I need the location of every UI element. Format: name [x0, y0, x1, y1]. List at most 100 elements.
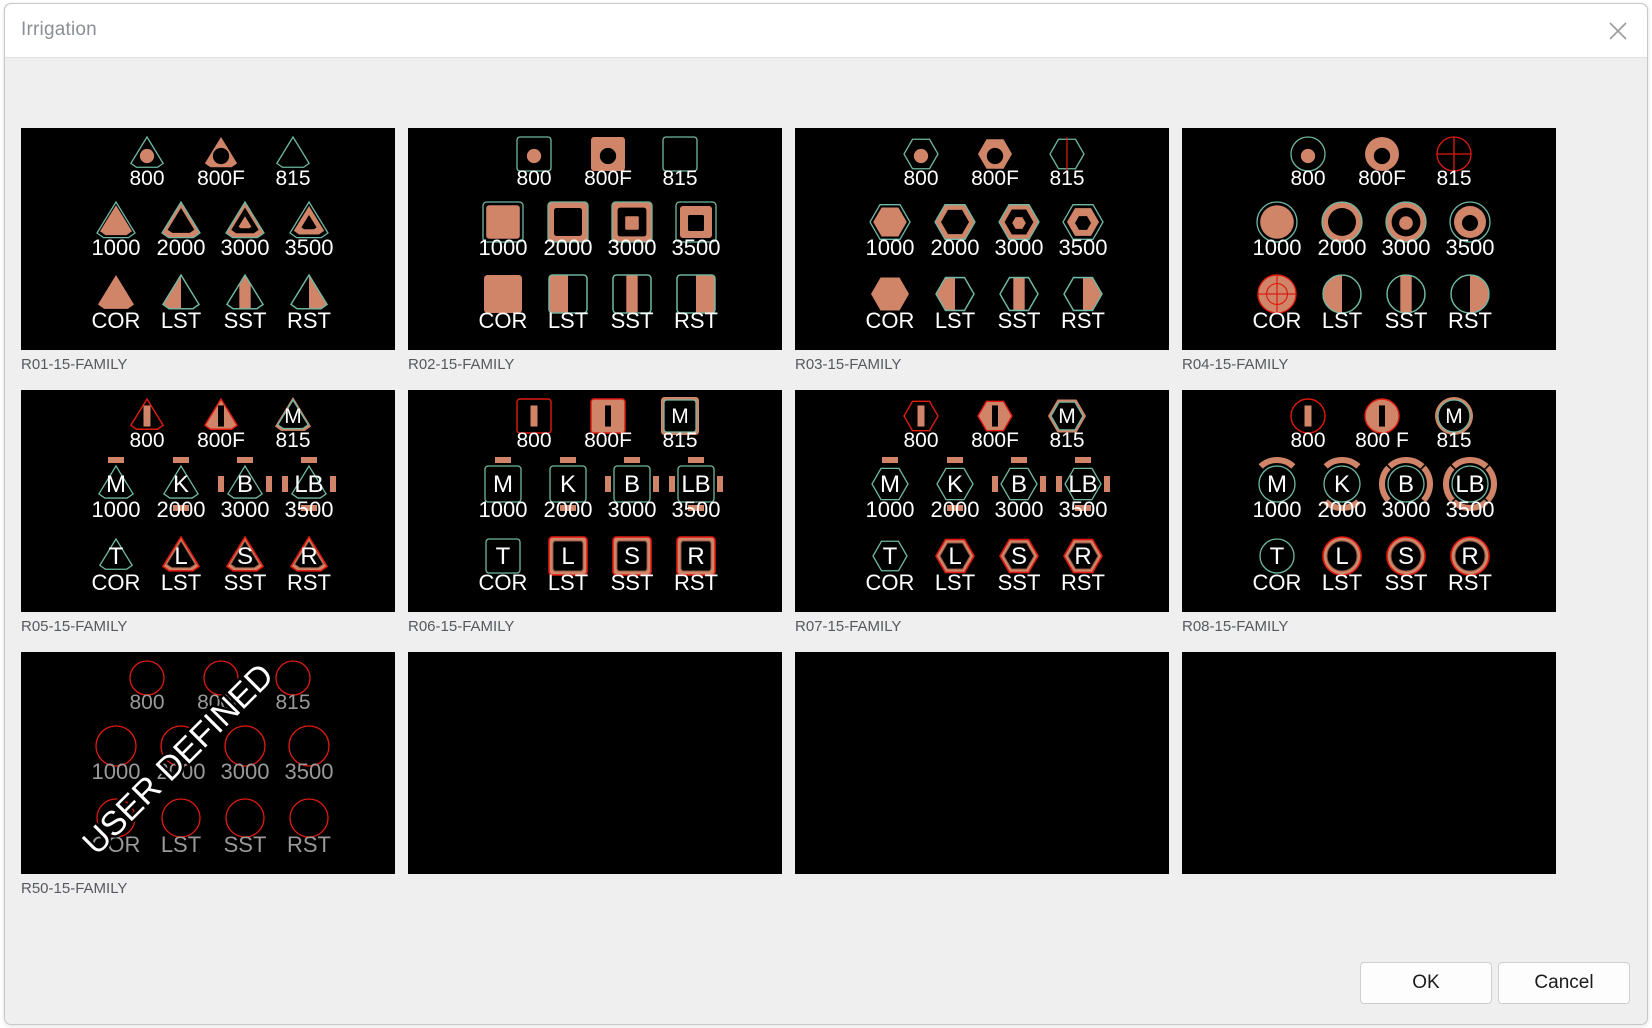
- family-thumbnail-item[interactable]: 800 800F 815 1000 2000 3000 3500 COR LST SST RST R0…: [21, 128, 395, 373]
- svg-text:3000: 3000: [221, 497, 270, 522]
- svg-text:B: B: [1011, 471, 1027, 498]
- family-thumbnail-item[interactable]: 800 800F 815 1000 2000 3000 3500 COR LST SST RST US…: [21, 652, 395, 897]
- thumbnail-canvas: [408, 652, 782, 874]
- svg-text:2000: 2000: [157, 497, 206, 522]
- svg-text:800: 800: [129, 429, 164, 452]
- svg-text:RST: RST: [287, 308, 331, 333]
- svg-text:2000: 2000: [931, 497, 980, 522]
- family-thumbnail-item[interactable]: 800 800 F M 815 M 1000 K 2000 B 3000 LB 3500 T COR L LS…: [1182, 390, 1556, 635]
- irrigation-dialog: Irrigation 800 800F 815 1000 2000 3000 3500 COR…: [4, 3, 1648, 1025]
- thumbnail-preview[interactable]: [1182, 652, 1556, 874]
- svg-text:800: 800: [903, 429, 938, 452]
- thumbnail-preview[interactable]: 800 800F M 815 M 1000 K 2000 B 3000 LB 3500 T COR L LST…: [795, 390, 1169, 612]
- dialog-title: Irrigation: [21, 19, 97, 40]
- svg-text:RST: RST: [674, 308, 718, 333]
- thumbnail-preview[interactable]: 800 800 F M 815 M 1000 K 2000 B 3000 LB 3500 T COR L LS…: [1182, 390, 1556, 612]
- svg-text:RST: RST: [287, 832, 331, 857]
- svg-text:COR: COR: [92, 570, 141, 595]
- thumbnail-preview[interactable]: 800 800F 815 1000 2000 3000 3500 COR LST SST RST US…: [21, 652, 395, 874]
- thumbnail-canvas: 800 800FM815M1000K2000B3000LB3500TCORLLST…: [92, 397, 336, 595]
- thumbnail-preview[interactable]: 800 800F M 815 M 1000 K 2000 B 3000 LB 3500 T COR L LST…: [21, 390, 395, 612]
- svg-text:S: S: [1398, 543, 1414, 570]
- thumbnail-canvas: 800 800F 8151000 2000 3000 3500COR LST SST RSTUS…: [73, 654, 334, 865]
- svg-text:3500: 3500: [672, 235, 721, 260]
- svg-text:R: R: [1074, 543, 1091, 570]
- svg-text:RST: RST: [1061, 570, 1105, 595]
- svg-text:B: B: [237, 471, 253, 498]
- svg-text:3500: 3500: [672, 497, 721, 522]
- family-thumbnail-item[interactable]: 800 800F M 815 M 1000 K 2000 B 3000 LB 3500 T COR L LST…: [795, 390, 1169, 635]
- svg-text:R: R: [1461, 543, 1478, 570]
- svg-text:RST: RST: [1061, 308, 1105, 333]
- svg-text:T: T: [496, 543, 511, 570]
- thumbnail-caption: R08-15-FAMILY: [1182, 618, 1289, 635]
- svg-text:800F: 800F: [971, 167, 1019, 190]
- svg-text:LB: LB: [1455, 471, 1484, 498]
- svg-text:3500: 3500: [285, 497, 334, 522]
- svg-text:800F: 800F: [971, 429, 1019, 452]
- svg-text:1000: 1000: [866, 497, 915, 522]
- svg-text:3000: 3000: [995, 497, 1044, 522]
- svg-text:K: K: [560, 471, 576, 498]
- svg-text:M: M: [1267, 471, 1287, 498]
- svg-text:815: 815: [275, 429, 310, 452]
- svg-text:SST: SST: [998, 308, 1041, 333]
- close-icon[interactable]: [1603, 16, 1633, 46]
- svg-text:LB: LB: [1068, 471, 1097, 498]
- family-thumbnail-item[interactable]: 800 800F M 815 M 1000 K 2000 B 3000 LB 3500 T COR L LST…: [408, 390, 782, 635]
- svg-text:K: K: [947, 471, 963, 498]
- svg-text:800: 800: [903, 167, 938, 190]
- svg-text:R: R: [300, 543, 317, 570]
- svg-text:COR: COR: [1253, 308, 1302, 333]
- thumbnail-preview[interactable]: 800 800F 815 1000 2000 3000 3500 COR LST SST RST: [795, 128, 1169, 350]
- svg-text:815: 815: [275, 691, 310, 714]
- svg-text:LB: LB: [681, 471, 710, 498]
- svg-text:SST: SST: [611, 570, 654, 595]
- svg-text:3000: 3000: [608, 235, 657, 260]
- thumbnail-preview[interactable]: 800 800F M 815 M 1000 K 2000 B 3000 LB 3500 T COR L LST…: [408, 390, 782, 612]
- svg-text:M: M: [106, 471, 126, 498]
- svg-text:800F: 800F: [584, 429, 632, 452]
- svg-text:3500: 3500: [285, 759, 334, 784]
- svg-text:800: 800: [129, 691, 164, 714]
- svg-text:SST: SST: [224, 570, 267, 595]
- thumbnail-preview[interactable]: 800 800F 815 1000 2000 3000 3500 COR LST SST RST: [21, 128, 395, 350]
- svg-text:LST: LST: [935, 570, 975, 595]
- family-thumbnail-empty[interactable]: [795, 652, 1169, 874]
- svg-text:800F: 800F: [584, 167, 632, 190]
- family-thumbnail-item[interactable]: 800 800F 815 1000 2000 3000 3500 COR LST SST RST R0…: [1182, 128, 1556, 373]
- ok-button[interactable]: OK: [1360, 962, 1492, 1004]
- svg-text:3000: 3000: [1382, 235, 1431, 260]
- svg-text:800: 800: [516, 167, 551, 190]
- svg-text:LST: LST: [161, 308, 201, 333]
- svg-text:800F: 800F: [197, 167, 245, 190]
- svg-text:3500: 3500: [1059, 235, 1108, 260]
- svg-text:815: 815: [662, 167, 697, 190]
- svg-text:3500: 3500: [1446, 497, 1495, 522]
- family-thumbnail-empty[interactable]: [1182, 652, 1556, 874]
- svg-text:3500: 3500: [1059, 497, 1108, 522]
- svg-text:COR: COR: [479, 308, 528, 333]
- svg-text:K: K: [173, 471, 189, 498]
- svg-text:COR: COR: [866, 570, 915, 595]
- svg-text:COR: COR: [479, 570, 528, 595]
- family-thumbnail-item[interactable]: 800 800F 815 1000 2000 3000 3500 COR LST SST RST R0…: [795, 128, 1169, 373]
- cancel-button[interactable]: Cancel: [1498, 962, 1630, 1004]
- thumbnail-preview[interactable]: 800 800F 815 1000 2000 3000 3500 COR LST SST RST: [408, 128, 782, 350]
- family-thumbnail-empty[interactable]: [408, 652, 782, 874]
- svg-text:815: 815: [1436, 429, 1471, 452]
- family-thumbnail-item[interactable]: 800 800F M 815 M 1000 K 2000 B 3000 LB 3500 T COR L LST…: [21, 390, 395, 635]
- thumbnail-preview[interactable]: [408, 652, 782, 874]
- thumbnail-preview[interactable]: [795, 652, 1169, 874]
- thumbnail-canvas: 800 800F 815 1000 2000 3000 3500 COR LST SST RST: [479, 136, 721, 333]
- svg-text:COR: COR: [92, 308, 141, 333]
- thumbnail-caption: R50-15-FAMILY: [21, 880, 128, 897]
- svg-text:LST: LST: [548, 570, 588, 595]
- thumbnail-caption: R05-15-FAMILY: [21, 618, 128, 635]
- svg-text:LST: LST: [161, 832, 201, 857]
- svg-text:M: M: [1058, 405, 1076, 428]
- thumbnail-canvas: [1182, 652, 1556, 874]
- thumbnail-preview[interactable]: 800 800F 815 1000 2000 3000 3500 COR LST SST RST: [1182, 128, 1556, 350]
- family-thumbnail-item[interactable]: 800 800F 815 1000 2000 3000 3500 COR LST SST RST R0…: [408, 128, 782, 373]
- svg-text:800 F: 800 F: [1355, 429, 1409, 452]
